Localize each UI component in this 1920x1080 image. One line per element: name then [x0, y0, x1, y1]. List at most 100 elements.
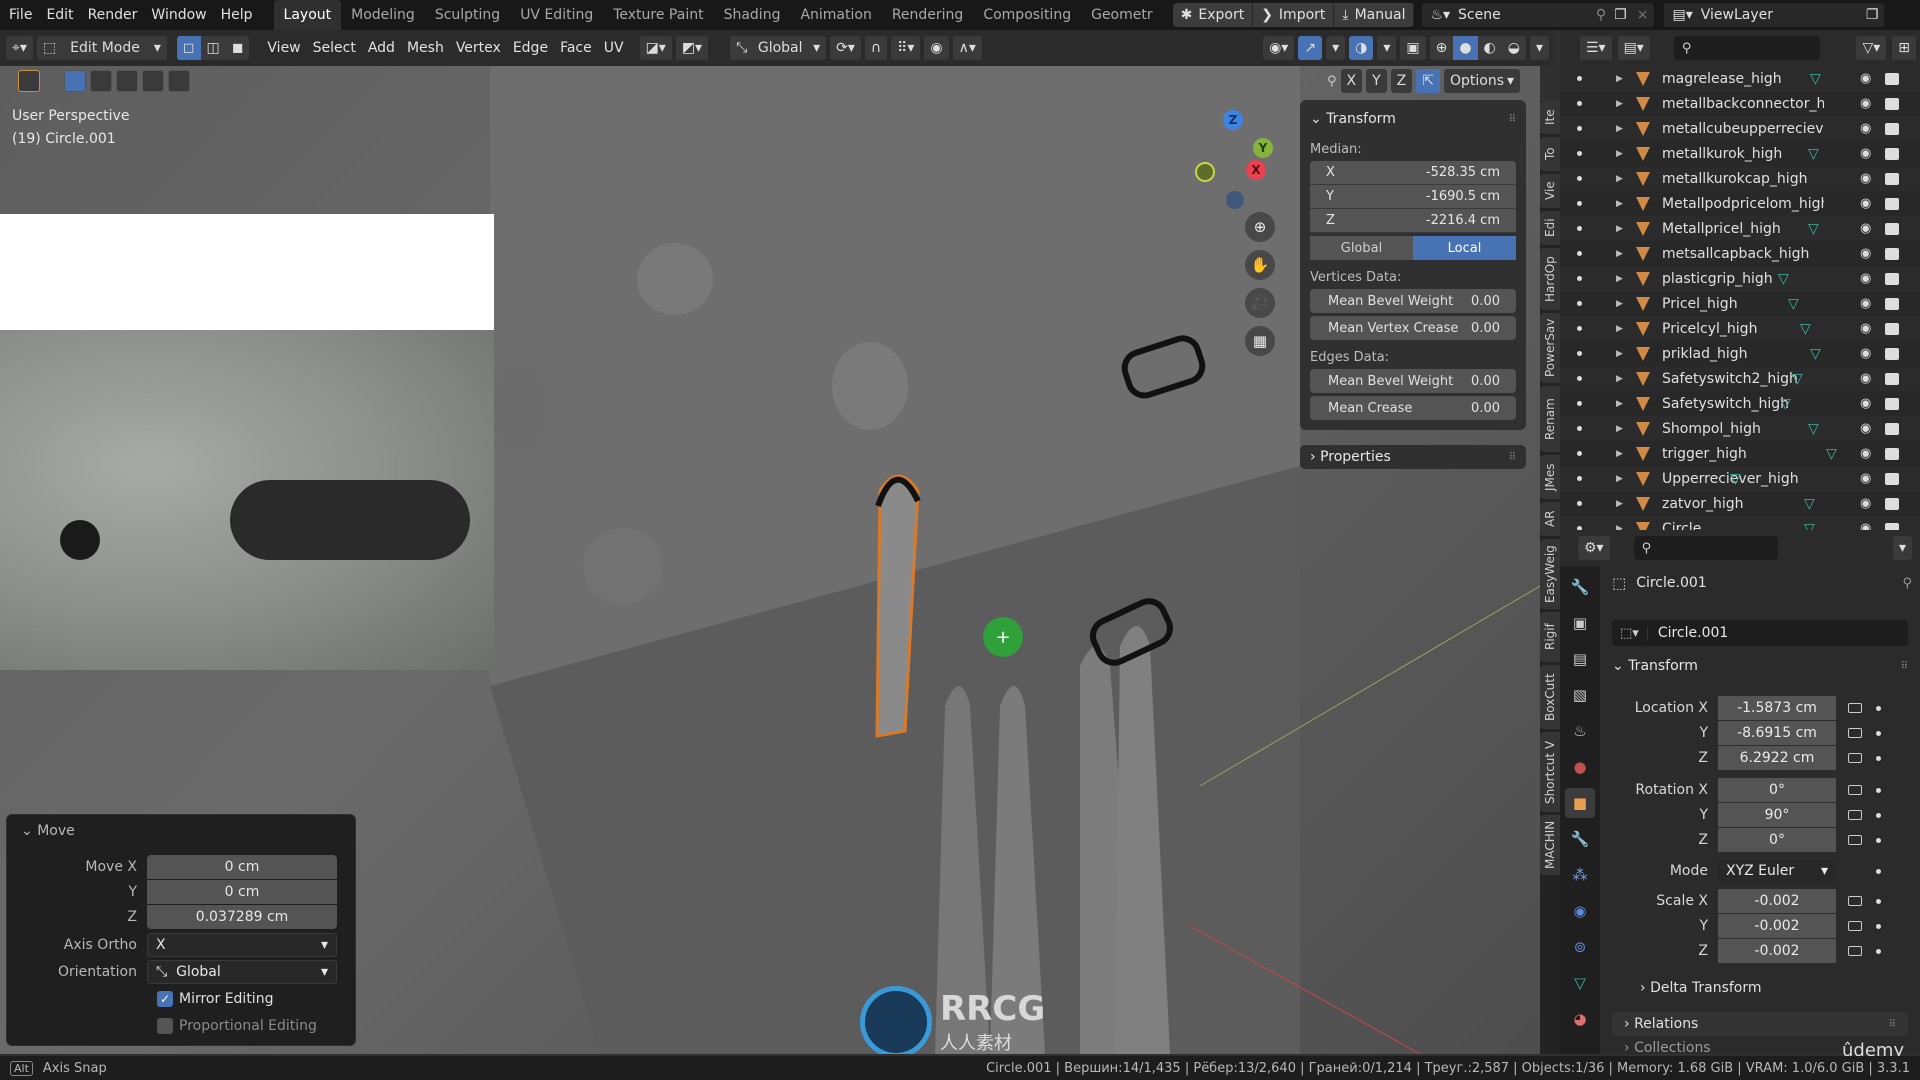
keyframe-dot[interactable]	[1876, 787, 1881, 793]
expand-arrow-icon[interactable]: ▶	[1616, 149, 1623, 159]
pin-icon[interactable]: ⚲	[1902, 576, 1912, 591]
sidebar-tab-ar[interactable]: AR	[1540, 502, 1560, 536]
lock-icon[interactable]	[1848, 921, 1862, 931]
move-panel-header[interactable]: ⌄ Move	[21, 823, 75, 839]
lock-icon[interactable]	[1848, 728, 1862, 738]
move-z-field[interactable]: 0.037289 cm	[147, 905, 337, 929]
axis-ortho-select[interactable]: X ▾	[147, 933, 337, 957]
outliner-item[interactable]: ▶ metallkurok_high ▽ ◉	[1560, 141, 1920, 166]
grid-perspective-icon[interactable]: ▦	[1245, 326, 1275, 356]
wireframe-shading-button[interactable]: ⊕	[1429, 36, 1454, 60]
render-tab[interactable]: ▣	[1565, 608, 1595, 638]
expand-arrow-icon[interactable]: ▶	[1616, 99, 1623, 109]
expand-arrow-icon[interactable]: ▶	[1616, 449, 1623, 459]
eye-icon[interactable]: ◉	[1860, 171, 1871, 186]
sidebar-tab-ite[interactable]: Ite	[1540, 100, 1560, 134]
mirror-z-toggle[interactable]: Z	[1390, 69, 1413, 93]
eye-icon[interactable]: ◉	[1860, 271, 1871, 286]
sidebar-tab-vie[interactable]: Vie	[1540, 174, 1560, 208]
lock-icon[interactable]	[1848, 753, 1862, 763]
visibility-dot[interactable]	[1577, 76, 1582, 81]
median-y-field[interactable]: Y -1690.5 cm	[1310, 185, 1516, 209]
outliner-item[interactable]: ▶ metallcubeupperreciever ◉	[1560, 116, 1920, 141]
delta-transform-section[interactable]: › Delta Transform	[1640, 980, 1762, 996]
camera-icon[interactable]	[1885, 497, 1899, 510]
keyframe-dot[interactable]	[1876, 705, 1881, 711]
global-space-button[interactable]: Global	[1310, 236, 1413, 260]
visibility-dot[interactable]	[1577, 501, 1582, 506]
eye-icon[interactable]: ◉	[1860, 246, 1871, 261]
eye-icon[interactable]: ◉	[1860, 496, 1871, 511]
export-button[interactable]: ✱ Export	[1172, 3, 1254, 27]
visibility-dot[interactable]	[1577, 476, 1582, 481]
menu-edit[interactable]: Edit	[39, 0, 80, 30]
constraints-tab[interactable]: ⊚	[1565, 932, 1595, 962]
relations-section[interactable]: › Relations ⠿	[1612, 1012, 1908, 1036]
rotation-z-field[interactable]: 0°	[1718, 828, 1836, 852]
rendered-shading-button[interactable]: ◒	[1501, 36, 1526, 60]
material-tab[interactable]: ◕	[1565, 1004, 1595, 1034]
median-z-field[interactable]: Z -2216.4 cm	[1310, 209, 1516, 233]
sidebar-tab-boxcutt[interactable]: BoxCutt	[1540, 665, 1560, 729]
mesh-data-icon[interactable]: ▽	[1826, 446, 1837, 462]
lock-icon[interactable]	[1848, 810, 1862, 820]
location-z-field[interactable]: 6.2922 cm	[1718, 746, 1836, 770]
physics-tab[interactable]: ◉	[1565, 896, 1595, 926]
lock-icon[interactable]	[1848, 835, 1862, 845]
sidebar-tab-easyweig[interactable]: EasyWeig	[1540, 539, 1560, 609]
expand-arrow-icon[interactable]: ▶	[1616, 249, 1623, 259]
falloff-selector[interactable]: ∧▾	[952, 36, 982, 60]
select-subtract-button[interactable]	[116, 70, 138, 92]
menu-view[interactable]: View	[261, 40, 306, 56]
eye-icon[interactable]: ◉	[1860, 446, 1871, 461]
outliner-item[interactable]: ▶ Metallpricel_high ▽ ◉	[1560, 216, 1920, 241]
new-collection-button[interactable]: ⊞	[1892, 36, 1916, 60]
visibility-dot[interactable]	[1577, 376, 1582, 381]
visibility-dot[interactable]	[1577, 251, 1582, 256]
view-layer-selector[interactable]: ▤▾ ViewLayer ❐	[1664, 3, 1885, 27]
mode-selector[interactable]: ⬚ Edit Mode ▾	[36, 36, 167, 60]
expand-arrow-icon[interactable]: ▶	[1616, 424, 1623, 434]
expand-arrow-icon[interactable]: ▶	[1616, 474, 1623, 484]
keyframe-dot[interactable]	[1876, 923, 1881, 929]
mirror-editing-checkbox[interactable]: ✓	[157, 991, 173, 1007]
uv-sync-button[interactable]: ◪▾	[639, 36, 672, 60]
scale-x-field[interactable]: -0.002	[1718, 889, 1836, 913]
tab-sculpting[interactable]: Sculpting	[425, 0, 510, 30]
eye-icon[interactable]: ◉	[1860, 371, 1871, 386]
gizmo-neg-z[interactable]	[1226, 191, 1244, 209]
sidebar-tab-powersav[interactable]: PowerSav	[1540, 313, 1560, 383]
select-intersect-button[interactable]	[168, 70, 190, 92]
median-x-field[interactable]: X -528.35 cm	[1310, 161, 1516, 185]
mesh-data-icon[interactable]: ▽	[1810, 71, 1821, 87]
mesh-data-icon[interactable]: ▽	[1810, 346, 1821, 362]
sidebar-tab-shortcut-v[interactable]: Shortcut V	[1540, 732, 1560, 812]
gizmo-x-axis[interactable]: X	[1246, 160, 1266, 180]
vertex-select-button[interactable]: ◻	[176, 36, 201, 60]
data-tab[interactable]: ▽	[1565, 968, 1595, 998]
camera-icon[interactable]	[1885, 397, 1899, 410]
transform-section-header[interactable]: ⌄ Transform ⠿	[1612, 656, 1908, 676]
keyframe-dot[interactable]	[1876, 837, 1881, 843]
outliner-item[interactable]: ▶ Safetyswitch2_high ▽ ◉	[1560, 366, 1920, 391]
options-dropdown[interactable]: Options ▾	[1444, 69, 1520, 93]
navigation-gizmo[interactable]: Z Y X	[1190, 106, 1290, 209]
eye-icon[interactable]: ◉	[1860, 321, 1871, 336]
tab-layout[interactable]: Layout	[273, 0, 342, 30]
eye-icon[interactable]: ◉	[1860, 121, 1871, 136]
scale-z-field[interactable]: -0.002	[1718, 939, 1836, 963]
eye-icon[interactable]: ◉	[1860, 196, 1871, 211]
keyframe-dot[interactable]	[1876, 948, 1881, 954]
tab-uv-editing[interactable]: UV Editing	[510, 0, 603, 30]
drag-handle-icon[interactable]: ⠿	[1889, 1019, 1896, 1030]
tool-tab[interactable]: 🔧	[1565, 572, 1595, 602]
local-space-button[interactable]: Local	[1413, 236, 1516, 260]
orientation-select[interactable]: ⤡ Global ▾	[147, 960, 337, 984]
eye-icon[interactable]: ◉	[1860, 96, 1871, 111]
keyframe-dot[interactable]	[1876, 868, 1881, 874]
camera-icon[interactable]	[1885, 122, 1899, 135]
mesh-data-icon[interactable]: ▽	[1780, 396, 1791, 412]
select-new-button[interactable]	[64, 70, 86, 92]
visibility-dot[interactable]	[1577, 151, 1582, 156]
close-icon[interactable]: ×	[1631, 7, 1655, 23]
